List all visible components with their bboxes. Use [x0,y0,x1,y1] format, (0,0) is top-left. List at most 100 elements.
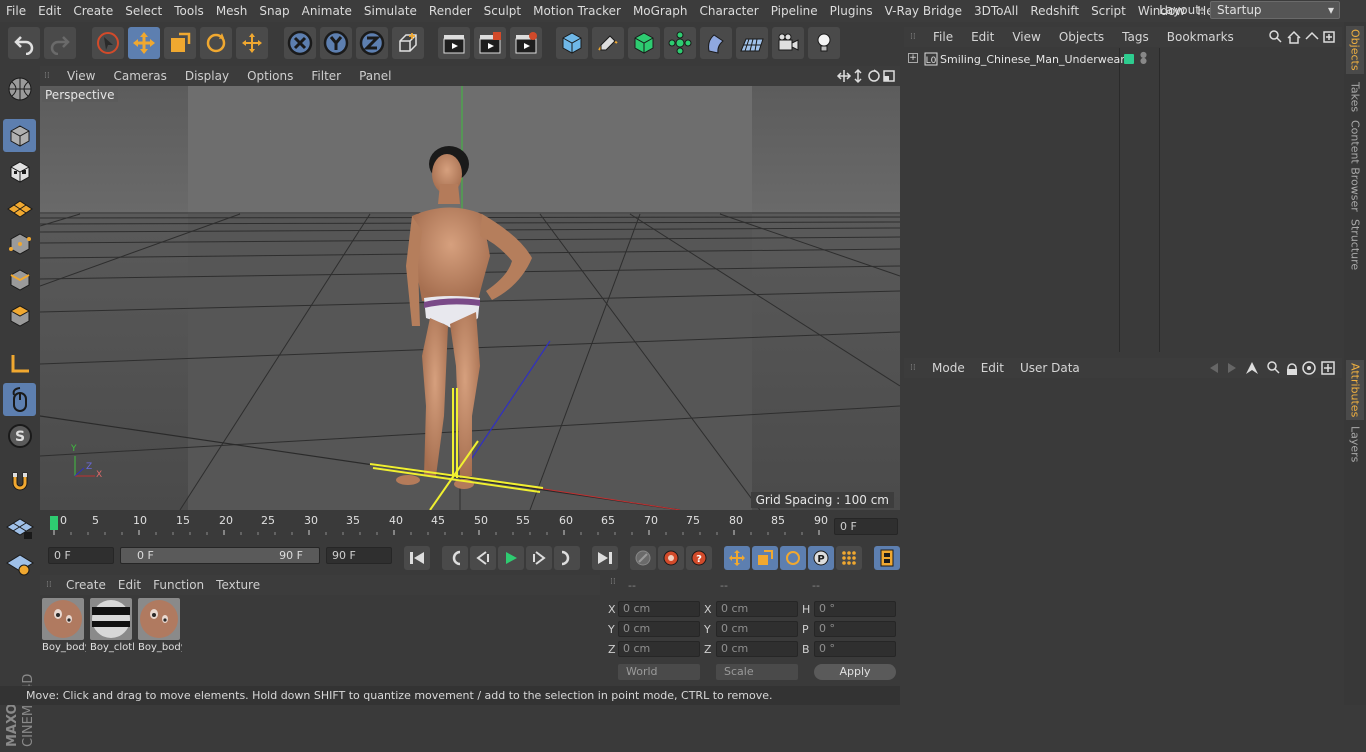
attribute-menu-mode[interactable]: Mode [924,361,973,375]
tweak-mode-button[interactable] [3,383,36,416]
size-y-field[interactable]: 0 cm [716,621,798,637]
menu-edit[interactable]: Edit [32,4,67,18]
material-menu-texture[interactable]: Texture [210,578,266,592]
menu-vray-bridge[interactable]: V-Ray Bridge [879,4,968,18]
grid-lock-button[interactable] [3,511,36,544]
object-menu-view[interactable]: View [1003,30,1049,44]
object-menu-objects[interactable]: Objects [1050,30,1113,44]
key-scale-button[interactable] [752,546,778,570]
menu-select[interactable]: Select [119,4,168,18]
preview-range-slider[interactable]: 0 F 90 F [120,547,320,564]
y-axis-lock-button[interactable] [320,27,352,59]
object-menu-edit[interactable]: Edit [962,30,1003,44]
render-settings-button[interactable] [510,27,542,59]
transform-tool-button[interactable] [236,27,268,59]
viewport-navigation-icons[interactable] [836,68,896,84]
previous-keyframe-button[interactable] [442,546,468,570]
render-to-picture-viewer-button[interactable] [474,27,506,59]
menu-tools[interactable]: Tools [168,4,210,18]
menu-simulate[interactable]: Simulate [358,4,423,18]
menu-sculpt[interactable]: Sculpt [478,4,527,18]
viewport-menu-cameras[interactable]: Cameras [104,69,175,83]
viewport-menu-panel[interactable]: Panel [350,69,400,83]
material-swatch[interactable]: Boy_cloth [90,598,134,656]
render-view-button[interactable] [438,27,470,59]
object-menu-file[interactable]: File [924,30,962,44]
key-pla-button[interactable] [836,546,862,570]
menu-3dtoall[interactable]: 3DToAll [968,4,1024,18]
deformer-button[interactable] [700,27,732,59]
redo-button[interactable] [44,27,76,59]
rot-h-field[interactable]: 0 ° [814,601,896,617]
menu-animate[interactable]: Animate [296,4,358,18]
light-button[interactable] [808,27,840,59]
apply-button[interactable]: Apply [814,664,896,680]
viewport-menu-options[interactable]: Options [238,69,302,83]
rot-b-field[interactable]: 0 ° [814,641,896,657]
menu-mograph[interactable]: MoGraph [627,4,694,18]
spline-pen-button[interactable] [592,27,624,59]
object-manager-tools[interactable] [1268,29,1338,45]
axis-mode-button[interactable] [3,347,36,380]
play-button[interactable] [498,546,524,570]
next-frame-button[interactable] [526,546,552,570]
subdivision-surface-button[interactable] [628,27,660,59]
size-z-field[interactable]: 0 cm [716,641,798,657]
visibility-dots-icon[interactable]: ● ● [1140,51,1147,65]
tab-layers[interactable]: Layers [1346,424,1364,464]
points-mode-button[interactable] [3,227,36,260]
layer-color-swatch[interactable] [1124,54,1134,64]
autokeying-button[interactable]: ? [686,546,712,570]
tab-structure[interactable]: Structure [1346,216,1364,274]
coordinate-system-button[interactable] [392,27,424,59]
camera-button[interactable] [772,27,804,59]
menu-character[interactable]: Character [693,4,764,18]
pos-z-field[interactable]: 0 cm [618,641,700,657]
attribute-menu-user-data[interactable]: User Data [1012,361,1088,375]
tab-attributes[interactable]: Attributes [1346,360,1364,420]
end-frame-field[interactable]: 90 F [326,547,392,564]
menu-file[interactable]: File [0,4,32,18]
attribute-menu-edit[interactable]: Edit [973,361,1012,375]
pos-y-field[interactable]: 0 cm [618,621,700,637]
object-menu-bookmarks[interactable]: Bookmarks [1158,30,1243,44]
previous-frame-button[interactable] [470,546,496,570]
key-position-button[interactable] [724,546,750,570]
size-x-field[interactable]: 0 cm [716,601,798,617]
go-to-start-button[interactable] [404,546,430,570]
menu-pipeline[interactable]: Pipeline [765,4,824,18]
cube-object-button[interactable] [556,27,588,59]
record-active-objects-button[interactable] [658,546,684,570]
perspective-viewport[interactable]: Y Z X Perspective Grid Spacing : 100 cm [40,86,900,510]
material-menu-create[interactable]: Create [60,578,112,592]
texture-mode-button[interactable] [3,155,36,188]
material-swatch[interactable]: Boy_body [138,598,182,656]
workplane-snap-button[interactable] [3,547,36,580]
menu-snap[interactable]: Snap [253,4,295,18]
solo-button[interactable]: S [3,419,36,452]
viewport-menu-view[interactable]: View [58,69,104,83]
model-mode-button[interactable] [3,119,36,152]
start-frame-field[interactable]: 0 F [48,547,114,564]
viewport-menu-display[interactable]: Display [176,69,238,83]
attribute-manager-tools[interactable] [1208,360,1338,376]
move-tool-button[interactable] [128,27,160,59]
material-menu-function[interactable]: Function [147,578,210,592]
tab-takes[interactable]: Takes [1346,78,1364,116]
edges-mode-button[interactable] [3,263,36,296]
current-frame-field[interactable]: 0 F [834,518,898,535]
menu-mesh[interactable]: Mesh [210,4,254,18]
live-selection-button[interactable] [92,27,124,59]
expand-toggle-icon[interactable]: + [908,53,918,63]
x-axis-lock-button[interactable] [284,27,316,59]
go-to-end-button[interactable] [592,546,618,570]
tab-content-browser[interactable]: Content Browser [1346,120,1364,212]
viewport-camera-label[interactable]: Perspective [42,88,118,102]
size-mode-dropdown[interactable]: Scale [716,664,798,680]
rotate-tool-button[interactable] [200,27,232,59]
snapping-button[interactable] [3,465,36,498]
next-keyframe-button[interactable] [554,546,580,570]
object-row[interactable]: + L0 Smiling_Chinese_Man_Underwear ● ● [904,50,1342,70]
make-editable-button[interactable] [3,72,36,105]
cloner-button[interactable] [664,27,696,59]
